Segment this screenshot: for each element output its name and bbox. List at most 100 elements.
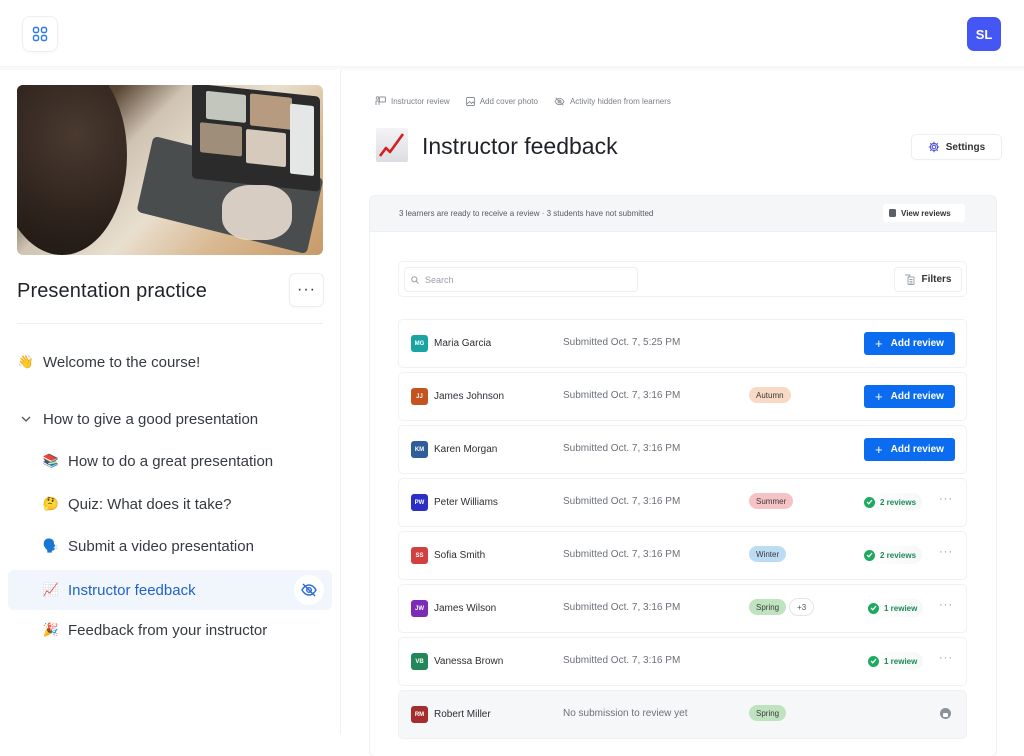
learner-name[interactable]: Vanessa Brown xyxy=(434,656,503,667)
learner-avatar: PW xyxy=(411,494,428,511)
check-circle-icon xyxy=(864,549,875,561)
review-count-label: 2 reviews xyxy=(880,497,917,507)
search-icon xyxy=(411,275,419,284)
eye-off-icon[interactable] xyxy=(294,575,324,605)
thinking-emoji-icon: 🤔 xyxy=(42,496,60,511)
learner-name[interactable]: Maria Garcia xyxy=(434,338,491,349)
review-count-badge[interactable]: 1 rewiew xyxy=(866,652,924,670)
learner-row[interactable]: MG Maria Garcia Submitted Oct. 7, 5:25 PM +… xyxy=(399,320,966,367)
review-count-label: 1 rewiew xyxy=(884,603,918,613)
reviews-icon xyxy=(889,209,896,217)
meta-label: Instructor review xyxy=(391,96,450,106)
group-tag: Winter xyxy=(749,546,787,562)
learner-row[interactable]: SS Sofia Smith Submitted Oct. 7, 3:16 PM Wi… xyxy=(399,532,966,579)
sidebar-item-label: Submit a video presentation xyxy=(68,537,254,555)
sidebar-section-presentation[interactable]: How to give a good presentation xyxy=(8,399,332,439)
user-avatar[interactable]: SL xyxy=(967,17,1001,51)
more-tags-badge[interactable]: +3 xyxy=(790,599,814,615)
add-cover-photo-button[interactable]: Add cover photo xyxy=(465,96,538,106)
review-count-badge[interactable]: 2 reviews xyxy=(862,546,923,564)
review-count-badge[interactable]: 1 rewiew xyxy=(866,599,924,617)
check-circle-icon xyxy=(868,602,879,614)
sidebar-item-welcome[interactable]: 👋 Welcome to the course! xyxy=(8,342,332,382)
row-more-icon[interactable]: ··· xyxy=(939,652,953,664)
add-review-button[interactable]: + Add review xyxy=(864,438,955,461)
filters-button[interactable]: Filters xyxy=(895,268,961,291)
submission-status: Submitted Oct. 7, 3:16 PM xyxy=(563,496,681,507)
meta-label: Activity hidden from learners xyxy=(569,96,671,106)
row-more-icon[interactable]: ··· xyxy=(939,599,953,611)
submission-status: Submitted Oct. 7, 3:16 PM xyxy=(563,443,681,454)
add-review-button[interactable]: + Add review xyxy=(864,385,955,408)
learner-name[interactable]: James Wilson xyxy=(434,603,496,614)
view-reviews-label: View reviews xyxy=(901,208,951,218)
add-review-button[interactable]: + Add review xyxy=(864,332,955,355)
learner-avatar: JJ xyxy=(411,388,428,405)
image-icon xyxy=(465,96,475,106)
instructor-review-meta[interactable]: Instructor review xyxy=(375,96,450,106)
learner-row[interactable]: KM Karen Morgan Submitted Oct. 7, 3:16 PM +… xyxy=(399,426,966,473)
learner-avatar: SS xyxy=(411,547,428,564)
filter-icon xyxy=(905,274,915,285)
learner-row[interactable]: PW Peter Williams Submitted Oct. 7, 3:16 P… xyxy=(399,479,966,526)
chevron-down-icon[interactable] xyxy=(17,416,35,422)
learner-name[interactable]: Sofia Smith xyxy=(434,550,485,561)
review-count-badge[interactable]: 2 reviews xyxy=(862,493,923,511)
sidebar-item-submit-video[interactable]: 🗣️ Submit a video presentation xyxy=(8,526,332,566)
course-sidebar: Presentation practice ··· 👋 Welcome to t… xyxy=(0,70,341,734)
review-summary-banner: 3 learners are ready to receive a review… xyxy=(370,196,996,232)
learner-tags: Spring +3 xyxy=(749,599,814,615)
learner-avatar: RM xyxy=(411,706,428,723)
sidebar-divider xyxy=(17,323,323,324)
learner-name[interactable]: Peter Williams xyxy=(434,497,498,508)
plus-icon: + xyxy=(875,442,883,457)
party-emoji-icon: 🎉 xyxy=(42,622,60,637)
sidebar-item-great-presentation[interactable]: 📚 How to do a great presentation xyxy=(8,441,332,481)
course-title: Presentation practice xyxy=(17,280,207,302)
meta-label: Add cover photo xyxy=(479,96,538,106)
search-input[interactable] xyxy=(425,274,625,285)
group-tag: Spring xyxy=(749,599,787,615)
review-count-label: 1 rewiew xyxy=(884,656,918,666)
sidebar-item-feedback-from-instructor[interactable]: 🎉 Feedback from your instructor xyxy=(8,610,332,650)
top-bar: SL xyxy=(0,0,1024,68)
learner-row[interactable]: VB Vanessa Brown Submitted Oct. 7, 3:16 PM… xyxy=(399,638,966,685)
learner-row[interactable]: JW James Wilson Submitted Oct. 7, 3:16 PM S… xyxy=(399,585,966,632)
view-reviews-button[interactable]: View reviews xyxy=(883,204,965,222)
submission-status: No submission to review yet xyxy=(563,708,688,719)
group-tag: Summer xyxy=(749,493,794,509)
settings-label: Settings xyxy=(945,141,986,153)
learner-name[interactable]: James Johnson xyxy=(434,391,504,402)
sidebar-item-label: Feedback from your instructor xyxy=(68,621,268,639)
row-more-icon[interactable]: ··· xyxy=(939,493,953,505)
settings-button[interactable]: Settings xyxy=(912,135,1001,159)
course-more-button[interactable]: ··· xyxy=(290,274,323,306)
sidebar-item-instructor-feedback[interactable]: 📈 Instructor feedback xyxy=(8,570,332,610)
submission-status: Submitted Oct. 7, 3:16 PM xyxy=(563,655,681,666)
learner-row[interactable]: JJ James Johnson Submitted Oct. 7, 3:16 PM… xyxy=(399,373,966,420)
course-cover-image xyxy=(17,85,323,255)
sidebar-item-quiz[interactable]: 🤔 Quiz: What does it take? xyxy=(8,484,332,524)
more-icon: ··· xyxy=(297,281,316,298)
learner-name[interactable]: Karen Morgan xyxy=(434,444,497,455)
add-review-label: Add review xyxy=(890,338,944,349)
group-tag: Spring xyxy=(749,705,787,721)
apps-menu-button[interactable] xyxy=(23,17,57,51)
sidebar-item-label: Instructor feedback xyxy=(68,581,196,599)
learner-row[interactable]: RM Robert Miller No submission to review y… xyxy=(399,691,966,738)
activity-meta-row: Instructor review Add cover photo Activi… xyxy=(375,96,671,106)
learner-avatar: JW xyxy=(411,600,428,617)
learner-tags: Summer xyxy=(749,493,794,509)
speaking-head-emoji-icon: 🗣️ xyxy=(42,538,60,553)
instructor-review-icon xyxy=(375,96,386,105)
search-field[interactable] xyxy=(405,268,637,291)
activity-hidden-meta[interactable]: Activity hidden from learners xyxy=(554,97,671,106)
row-more-icon[interactable]: ··· xyxy=(939,546,953,558)
review-summary-text: 3 learners are ready to receive a review… xyxy=(399,209,654,218)
plus-icon: + xyxy=(875,389,883,404)
learner-name[interactable]: Robert Miller xyxy=(434,709,491,720)
plus-icon: + xyxy=(875,336,883,351)
eye-off-icon xyxy=(554,96,565,106)
learner-avatar: VB xyxy=(411,653,428,670)
learner-avatar: KM xyxy=(411,441,428,458)
